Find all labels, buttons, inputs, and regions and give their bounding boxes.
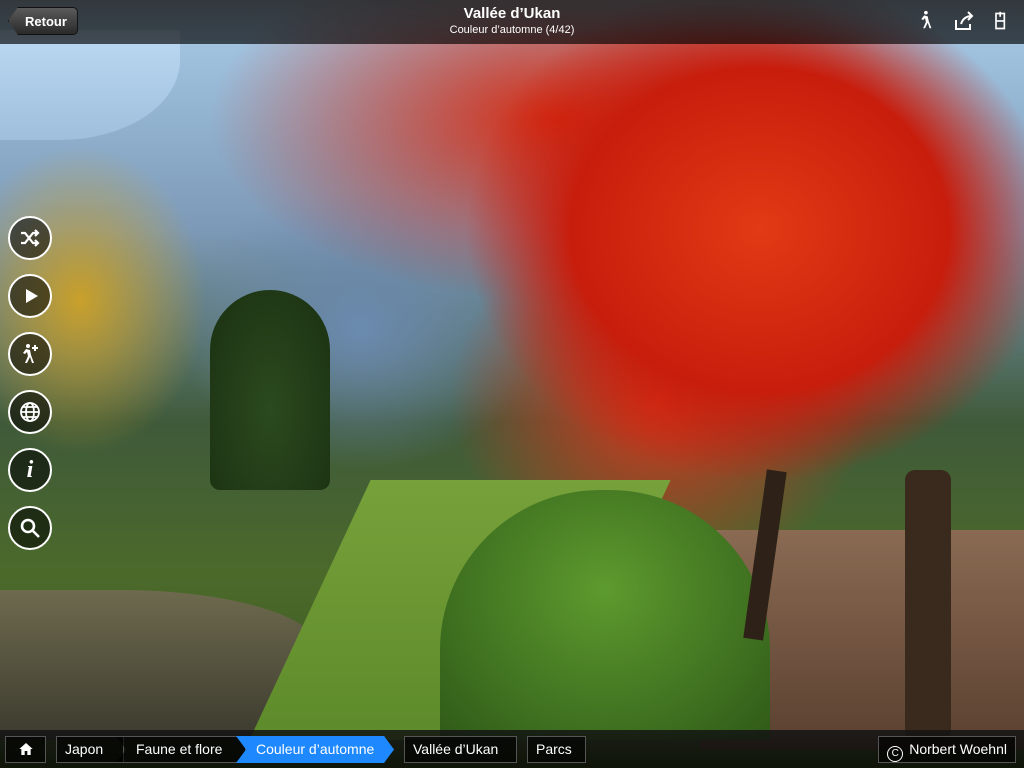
play-button[interactable] [8,274,52,318]
search-icon [20,518,40,538]
add-walk-icon [23,344,38,363]
play-icon [26,289,38,303]
copyright-icon: C [887,746,904,762]
globe-icon [20,402,40,422]
copyright-author: Norbert Woehnl [909,741,1007,757]
bookmark-icon[interactable] [991,9,1017,35]
breadcrumb-item-couleur-dautomne[interactable]: Couleur d’automne [236,736,394,763]
copyright-badge[interactable]: C Norbert Woehnl [878,736,1016,763]
breadcrumb-item-faune-et-flore[interactable]: Faune et flore [116,736,246,763]
sky [0,30,180,140]
add-walk-button[interactable] [8,332,52,376]
search-button[interactable] [8,506,52,550]
shuffle-icon [21,229,40,247]
home-button[interactable] [5,736,46,763]
walking-icon[interactable] [914,9,940,35]
pine-trees [210,290,330,490]
bottom-bar: Japon Faune et flore Couleur d’automne V… [0,730,1024,768]
top-bar: Retour Vallée d’Ukan Couleur d’automne (… [0,0,1024,44]
home-icon [18,743,33,755]
tag-vallee-dukan[interactable]: Vallée d’Ukan [404,736,517,763]
info-button[interactable]: i [8,448,52,492]
page-subtitle: Couleur d’automne (4/42) [449,24,575,36]
globe-button[interactable] [8,390,52,434]
page-title: Vallée d’Ukan [463,5,561,22]
tag-parcs[interactable]: Parcs [527,736,586,763]
info-icon: i [26,456,34,483]
breadcrumb-item-japon[interactable]: Japon [56,736,124,763]
tree-trunk [905,470,951,740]
photo[interactable] [0,0,1024,768]
share-icon[interactable] [952,9,978,35]
shuffle-button[interactable] [8,216,52,260]
